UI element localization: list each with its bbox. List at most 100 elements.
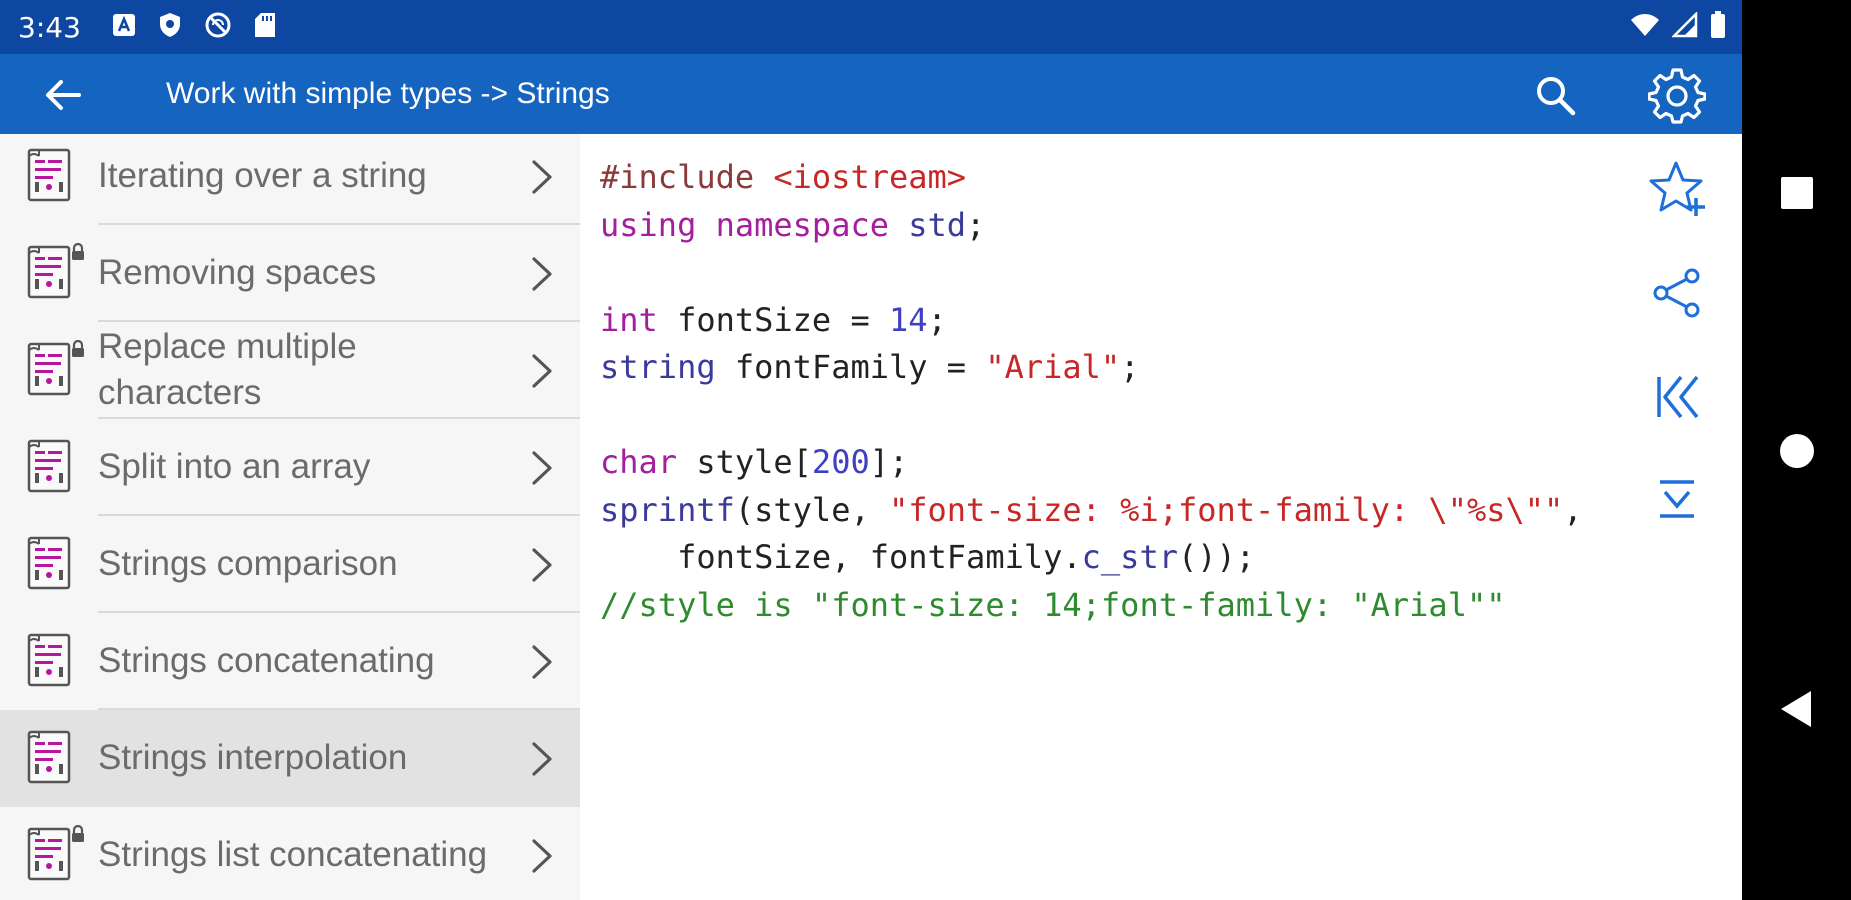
lock-icon — [70, 824, 86, 843]
lock-icon — [70, 242, 86, 261]
shield-icon — [157, 11, 183, 43]
code-line: //style is "font-size: 14;font-family: "… — [600, 582, 1583, 630]
topic-list-item[interactable]: Removing spaces — [0, 225, 580, 322]
chevron-right-icon — [530, 546, 554, 584]
chevron-right-icon — [530, 837, 554, 875]
skip-to-first-icon — [1657, 375, 1699, 419]
settings-button[interactable] — [1646, 64, 1708, 126]
topic-list-item[interactable]: Strings concatenating — [0, 613, 580, 710]
home-button[interactable] — [1772, 426, 1822, 476]
topic-list: Iterating over a string Removing spaces Re… — [0, 134, 580, 900]
topic-label: Split into an array — [98, 446, 371, 486]
code-line: int fontSize = 14; — [600, 297, 1583, 345]
chevron-right-icon — [530, 740, 554, 778]
code-snippet-icon — [26, 827, 72, 881]
code-token: sprintf — [600, 490, 735, 529]
code-snippet-icon — [26, 245, 72, 299]
back-triangle-icon — [1781, 691, 1811, 727]
topic-label: Strings list concatenating — [98, 834, 488, 874]
add-favorite-button[interactable] — [1646, 158, 1708, 220]
code-snippet-icon — [26, 439, 72, 493]
share-icon — [1653, 268, 1700, 318]
code-token: "Arial" — [985, 348, 1121, 386]
code-token: ()); — [1177, 538, 1256, 576]
gear-icon — [1648, 68, 1706, 124]
topic-label: Strings interpolation — [98, 737, 408, 777]
recents-square-icon — [1781, 177, 1813, 209]
chevron-right-icon — [530, 449, 554, 487]
code-token: std — [908, 205, 967, 244]
search-button[interactable] — [1530, 70, 1580, 120]
page-title: Work with simple types -> Strings — [166, 77, 610, 110]
status-system-icons — [1630, 0, 1726, 54]
scroll-to-end-button[interactable] — [1646, 470, 1708, 532]
code-token: fontFamily = — [715, 348, 986, 386]
code-line: sprintf(style, "font-size: %i;font-famil… — [600, 487, 1583, 535]
code-block: #include <iostream> using namespace std; … — [600, 154, 1583, 629]
code-token: 14 — [888, 300, 928, 339]
search-icon — [1537, 77, 1576, 116]
go-to-first-button[interactable] — [1646, 366, 1708, 428]
code-token: char — [600, 443, 678, 481]
code-line: fontSize, fontFamily.c_str()); — [600, 534, 1583, 582]
topic-label: Removing spaces — [98, 252, 377, 292]
code-token: c_str — [1081, 538, 1178, 576]
scroll-to-end-icon — [1660, 480, 1694, 518]
topic-list-item[interactable]: Strings interpolation — [0, 710, 580, 807]
battery-icon — [1710, 11, 1726, 43]
chevron-right-icon — [530, 158, 554, 196]
status-notification-icons — [111, 10, 277, 44]
chevron-right-icon — [530, 352, 554, 390]
code-token: fontSize, fontFamily. — [600, 538, 1082, 576]
code-token: ; — [1120, 348, 1140, 386]
notification-a-icon — [111, 12, 137, 42]
sd-card-icon — [253, 11, 277, 43]
code-token: (style, — [734, 490, 889, 529]
code-snippet-icon — [26, 633, 72, 687]
topic-list-item[interactable]: Split into an array — [0, 419, 580, 516]
code-token: using — [600, 205, 697, 244]
code-token: ]; — [869, 443, 909, 481]
back-arrow-icon — [46, 80, 81, 110]
wifi-icon — [1630, 12, 1660, 42]
code-token: fontSize = — [657, 300, 889, 339]
topic-label: Strings comparison — [98, 543, 398, 583]
code-line: char style[200]; — [600, 439, 1583, 487]
code-snippet-icon — [26, 342, 72, 396]
status-bar: 3:43 — [0, 0, 1742, 54]
lock-icon — [70, 339, 86, 358]
chevron-right-icon — [530, 255, 554, 293]
topic-label: Strings concatenating — [98, 640, 435, 680]
code-token: int — [600, 300, 658, 339]
topic-list-item[interactable]: Replace multiple characters — [0, 322, 580, 419]
code-token: 200 — [811, 443, 870, 481]
code-token: string — [600, 348, 716, 386]
signal-icon — [1670, 10, 1698, 42]
code-line: #include <iostream> — [600, 154, 1583, 202]
system-back-button[interactable] — [1772, 684, 1822, 734]
code-panel: #include <iostream> using namespace std; … — [580, 134, 1742, 900]
code-snippet-icon — [26, 536, 72, 590]
code-token: namespace — [715, 205, 889, 244]
topic-list-item[interactable]: Strings comparison — [0, 516, 580, 613]
code-token: ; — [966, 205, 986, 244]
back-button[interactable] — [40, 72, 86, 118]
topic-label: Iterating over a string — [98, 155, 427, 195]
topic-list-item[interactable]: Iterating over a string — [0, 134, 580, 225]
code-snippet-icon — [26, 148, 72, 202]
code-token: style[ — [677, 443, 812, 481]
recents-button[interactable] — [1772, 168, 1822, 218]
code-token: #include — [600, 158, 774, 196]
code-line: using namespace std; — [600, 202, 1583, 250]
app-bar: Work with simple types -> Strings — [0, 54, 1742, 134]
code-snippet-icon — [26, 730, 72, 784]
star-add-icon — [1649, 161, 1705, 216]
home-circle-icon — [1780, 434, 1814, 468]
topic-list-item[interactable]: Strings list concatenating — [0, 807, 580, 900]
share-button[interactable] — [1646, 262, 1708, 324]
topic-label: Replace multiple characters — [98, 326, 357, 412]
